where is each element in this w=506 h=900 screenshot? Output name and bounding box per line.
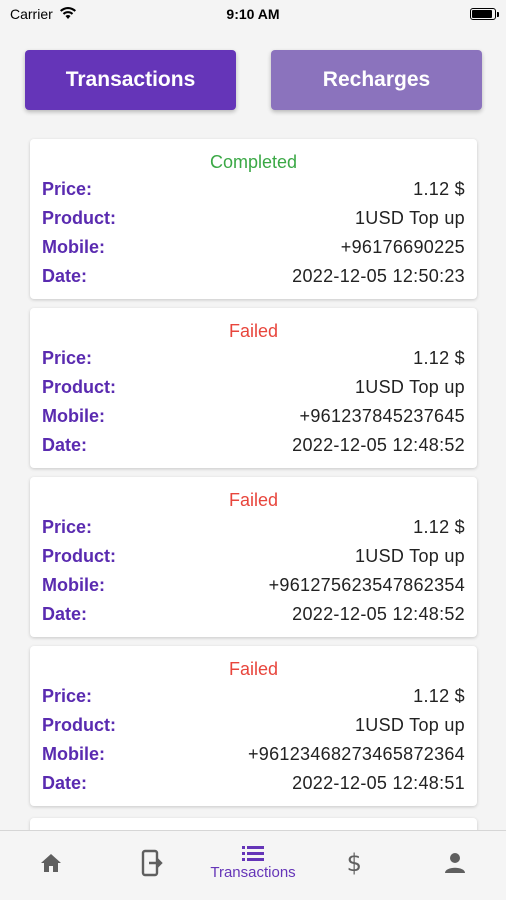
date-label: Date:: [42, 773, 88, 793]
status-label: Failed: [228, 490, 279, 510]
date-label: Date:: [42, 435, 88, 455]
status-label: Completed: [209, 152, 298, 172]
dollar-icon: $: [346, 848, 362, 877]
product-row: Product: 1USD Top up: [42, 542, 465, 571]
nav-home[interactable]: [0, 831, 101, 900]
nav-profile[interactable]: [405, 831, 506, 900]
date-value: 2022-12-05 12:48:52: [292, 604, 465, 624]
date-value: 2022-12-05 12:48:51: [292, 773, 465, 793]
mobile-label: Mobile:: [42, 744, 105, 764]
tab-recharges[interactable]: Recharges: [271, 50, 482, 110]
price-value: 1.12 $: [413, 348, 465, 368]
product-value: 1USD Top up: [354, 377, 465, 397]
price-row: Price: 1.12 $: [42, 175, 465, 204]
date-label: Date:: [42, 604, 88, 624]
bottom-nav: Transactions $: [0, 830, 506, 900]
tab-transactions[interactable]: Transactions: [25, 50, 236, 110]
status-bar: Carrier 9:10 AM: [0, 0, 506, 28]
price-row: Price: 1.12 $: [42, 513, 465, 542]
product-row: Product: 1USD Top up: [42, 711, 465, 740]
mobile-label: Mobile:: [42, 406, 105, 426]
date-row: Date: 2022-12-05 12:48:52: [42, 600, 465, 629]
price-label: Price:: [42, 686, 93, 706]
product-row: Product: 1USD Top up: [42, 204, 465, 233]
price-row: Price: 1.12 $: [42, 682, 465, 711]
mobile-label: Mobile:: [42, 237, 105, 257]
transaction-card[interactable]: Completed Price: 1.12 $ Product: 1USD Top …: [30, 139, 477, 299]
battery-icon: [470, 8, 499, 20]
status-label: Failed: [228, 659, 279, 679]
mobile-value: +961275623547862354: [268, 575, 465, 595]
price-label: Price:: [42, 517, 93, 537]
mobile-value: +961237845237645: [299, 406, 465, 426]
product-value: 1USD Top up: [354, 715, 465, 735]
product-label: Product:: [42, 715, 116, 735]
wifi-icon: [59, 6, 77, 23]
nav-recharge[interactable]: [101, 831, 202, 900]
transaction-card[interactable]: Failed Price: 1.12 $ Product: 1USD Top up …: [30, 308, 477, 468]
person-icon: [443, 851, 467, 875]
price-label: Price:: [42, 348, 93, 368]
mobile-row: Mobile: +961237845237645: [42, 402, 465, 431]
nav-payments[interactable]: $: [304, 831, 405, 900]
status-label: Failed: [228, 321, 279, 341]
product-label: Product:: [42, 377, 116, 397]
price-label: Price:: [42, 179, 93, 199]
carrier-label: Carrier: [10, 6, 53, 22]
price-row: Price: 1.12 $: [42, 344, 465, 373]
mobile-row: Mobile: +961275623547862354: [42, 571, 465, 600]
mobile-value: +9612346827346587236​4: [247, 744, 465, 764]
transaction-card[interactable]: Failed Price: 1.12 $ Product: 1USD Top up …: [30, 477, 477, 637]
product-label: Product:: [42, 546, 116, 566]
mobile-row: Mobile: +96176690225: [42, 233, 465, 262]
date-label: Date:: [42, 266, 88, 286]
product-value: 1USD Top up: [354, 546, 465, 566]
home-icon: [39, 852, 63, 874]
price-value: 1.12 $: [413, 686, 465, 706]
tab-bar: Transactions Recharges: [25, 50, 482, 110]
product-label: Product:: [42, 208, 116, 228]
mobile-label: Mobile:: [42, 575, 105, 595]
transaction-list: Completed Price: 1.12 $ Product: 1USD Top …: [30, 139, 477, 815]
price-value: 1.12 $: [413, 517, 465, 537]
date-row: Date: 2022-12-05 12:48:51: [42, 769, 465, 798]
nav-transactions-label: Transactions: [210, 864, 296, 881]
date-value: 2022-12-05 12:50:23: [292, 266, 465, 286]
exit-device-icon: [140, 849, 164, 877]
mobile-row: Mobile: +9612346827346587236​4: [42, 740, 465, 769]
mobile-value: +96176690225: [340, 237, 465, 257]
transaction-card[interactable]: Failed Price: 1.12 $ Product: 1USD Top up …: [30, 646, 477, 806]
product-value: 1USD Top up: [354, 208, 465, 228]
price-value: 1.12 $: [413, 179, 465, 199]
nav-transactions[interactable]: Transactions: [202, 831, 303, 900]
date-row: Date: 2022-12-05 12:50:23: [42, 262, 465, 291]
status-left: Carrier: [10, 6, 77, 23]
date-row: Date: 2022-12-05 12:48:52: [42, 431, 465, 460]
list-icon: [241, 844, 265, 862]
date-value: 2022-12-05 12:48:52: [292, 435, 465, 455]
product-row: Product: 1USD Top up: [42, 373, 465, 402]
